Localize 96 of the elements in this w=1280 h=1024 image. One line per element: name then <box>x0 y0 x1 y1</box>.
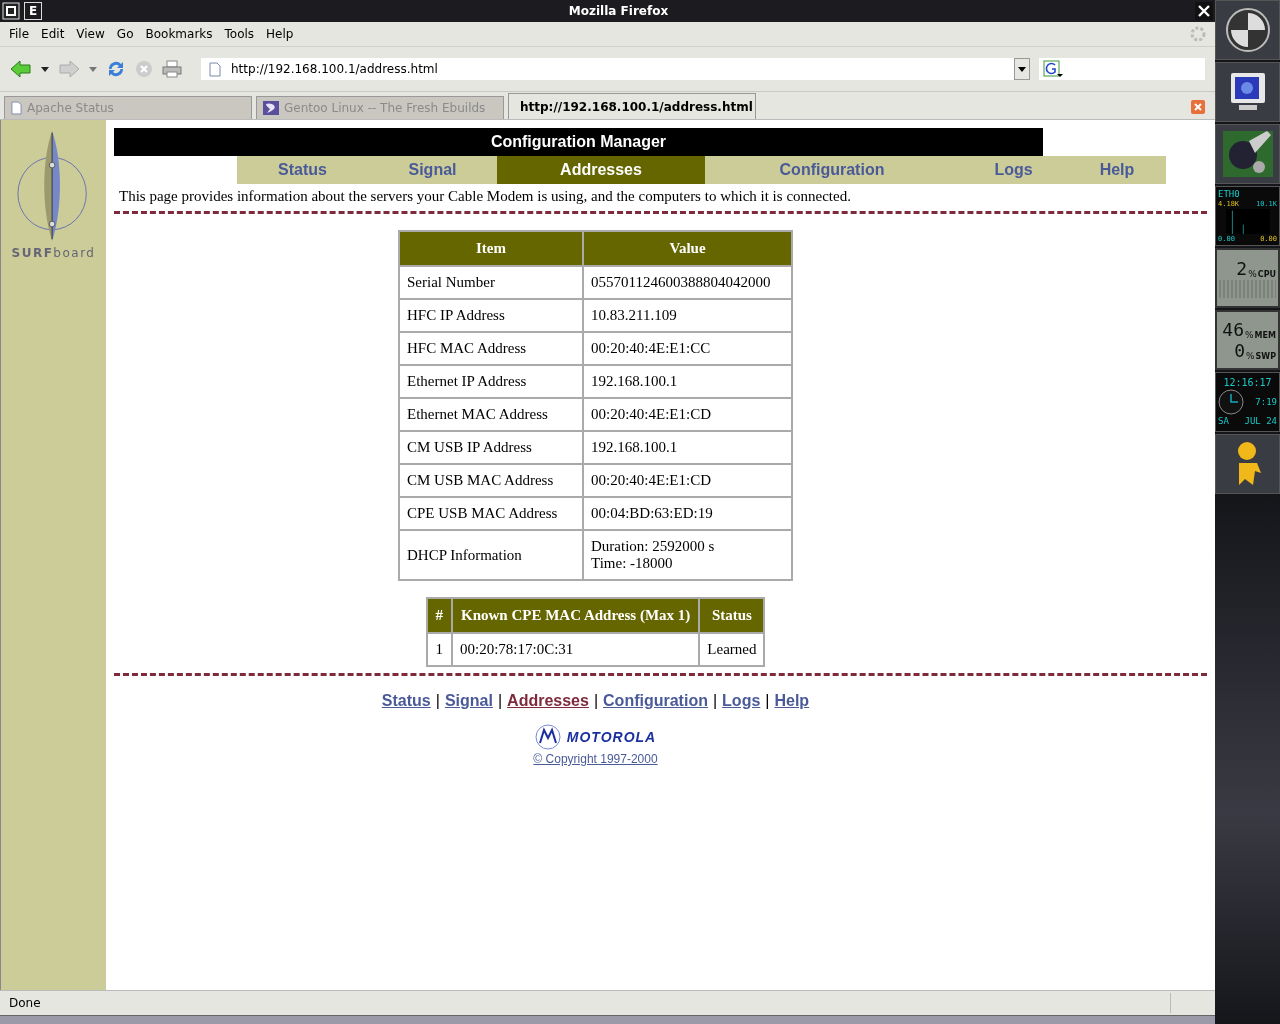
table-cell: Learned <box>699 633 765 666</box>
table-cell: 00:20:40:4E:E1:CD <box>583 398 792 431</box>
menu-item[interactable]: Tools <box>219 27 260 41</box>
link-separator: | <box>435 692 440 710</box>
search-field[interactable] <box>1039 58 1205 80</box>
meter-label: CPU <box>1257 269 1276 279</box>
footer-link[interactable]: Configuration <box>603 692 708 710</box>
footer-link[interactable]: Logs <box>722 692 761 710</box>
table-cell: DHCP Information <box>399 530 583 580</box>
menu-item[interactable]: File <box>4 27 35 41</box>
page-icon <box>11 101 22 115</box>
swap-reading: 0 <box>1234 340 1245 361</box>
throbber-icon <box>1189 25 1207 43</box>
caret-icon[interactable] <box>41 66 49 72</box>
memory-reading: 46 <box>1222 319 1245 340</box>
back-arrow-icon[interactable] <box>10 60 32 78</box>
table-cell: 00:20:40:4E:E1:CC <box>583 332 792 365</box>
unit-label: % <box>1246 350 1255 361</box>
table-cell: CPE USB MAC Address <box>399 497 583 530</box>
table-cell: 10.83.211.109 <box>583 299 792 332</box>
status-text: Done <box>8 996 42 1010</box>
table-cell: 192.168.100.1 <box>583 365 792 398</box>
window-letter-button[interactable]: E <box>24 2 42 20</box>
footer-link[interactable]: Addresses <box>507 692 589 710</box>
table-cell: 00:20:40:4E:E1:CD <box>583 464 792 497</box>
swirl-logo-icon <box>1224 7 1271 53</box>
clock-day: SA <box>1218 416 1229 426</box>
tools-drawing <box>1220 129 1275 179</box>
table-cell: HFC IP Address <box>399 299 583 332</box>
clock-small-time: 7:19 <box>1255 397 1277 407</box>
page-description: This page provides information about the servers your Cable Modem is using, and the computers to which it is connected. <box>118 188 851 205</box>
menu-item[interactable]: View <box>71 27 110 41</box>
unit-label: % <box>1245 329 1254 340</box>
brand-wordmark: MOTOROLA <box>566 729 657 745</box>
link-separator: | <box>765 692 770 710</box>
meter-label: SWP <box>1255 351 1276 361</box>
link-separator: | <box>712 692 718 710</box>
menu-item[interactable]: Bookmarks <box>140 27 218 41</box>
interface-label: ETH0 <box>1218 189 1240 199</box>
footer-link[interactable]: Help <box>774 692 810 710</box>
search-engine-icon[interactable] <box>1043 60 1063 78</box>
page-header: Configuration Manager <box>114 128 1043 156</box>
footer-link[interactable]: Status <box>381 692 431 710</box>
table-cell: 00:04:BD:63:ED:19 <box>583 497 792 530</box>
nav-tab[interactable]: Addresses <box>497 156 705 184</box>
link-separator: | <box>497 692 503 710</box>
menu-item[interactable]: Edit <box>36 27 70 41</box>
dock-tile[interactable] <box>1215 0 1280 60</box>
table-cell: 055701124600388804042000 <box>583 266 792 299</box>
table-cell: 192.168.100.1 <box>583 431 792 464</box>
dock-tile[interactable] <box>1215 434 1280 494</box>
dropdown-icon[interactable] <box>1014 58 1030 80</box>
copyright-link[interactable]: © Copyright 1997-2000 <box>533 752 658 766</box>
link-separator: | <box>593 692 599 710</box>
unit-label: % <box>1248 268 1257 279</box>
nav-tab[interactable]: Signal <box>368 156 497 184</box>
table-cell: Duration: 2592000 s Time: -18000 <box>583 530 792 580</box>
print-icon[interactable] <box>162 60 182 78</box>
table-cell: CM USB MAC Address <box>399 464 583 497</box>
column-header: Status <box>699 598 765 633</box>
column-header: # <box>426 598 452 633</box>
nav-tab[interactable]: Configuration <box>705 156 959 184</box>
motorola-logo-icon <box>534 724 561 750</box>
table-cell: Ethernet MAC Address <box>399 398 583 431</box>
brand-logo-text: SURFboard <box>11 246 96 260</box>
menu-item[interactable]: Go <box>111 27 139 41</box>
nav-tab[interactable]: Status <box>237 156 368 184</box>
dock-tile[interactable] <box>1215 62 1280 122</box>
column-header: Value <box>583 231 792 266</box>
table-cell: 1 <box>426 633 452 666</box>
window-title: Mozilla Firefox <box>567 4 670 18</box>
page-icon <box>209 61 221 77</box>
column-header: Item <box>399 231 583 266</box>
footer-link[interactable]: Signal <box>444 692 493 710</box>
browser-tab[interactable]: http://192.168.100.1/address.html <box>508 93 756 119</box>
table-cell: 00:20:78:17:0C:31 <box>452 633 700 666</box>
clock-date: JUL 24 <box>1244 416 1277 426</box>
table-cell: Ethernet IP Address <box>399 365 583 398</box>
nav-tab[interactable]: Logs <box>959 156 1068 184</box>
gentoo-logo-icon <box>263 101 279 115</box>
nav-tab[interactable]: Help <box>1068 156 1166 184</box>
menu-item[interactable]: Help <box>261 27 299 41</box>
address-field[interactable]: http://192.168.100.1/address.html <box>201 58 1014 80</box>
dock-tile[interactable] <box>1215 124 1280 184</box>
table-cell: CM USB IP Address <box>399 431 583 464</box>
meter-label: MEM <box>1254 330 1276 340</box>
close-icon[interactable] <box>1195 2 1213 20</box>
clock-face-icon <box>1218 389 1244 415</box>
close-tab-icon[interactable] <box>1191 100 1205 114</box>
cpu-reading: 2 <box>1236 258 1248 279</box>
table-cell: Serial Number <box>399 266 583 299</box>
column-header: Known CPE MAC Address (Max 1) <box>452 598 700 633</box>
table-cell: HFC MAC Address <box>399 332 583 365</box>
window-menu-icon[interactable] <box>2 2 20 20</box>
clock-time: 12:16:17 <box>1223 378 1272 388</box>
reload-icon[interactable] <box>106 59 126 79</box>
